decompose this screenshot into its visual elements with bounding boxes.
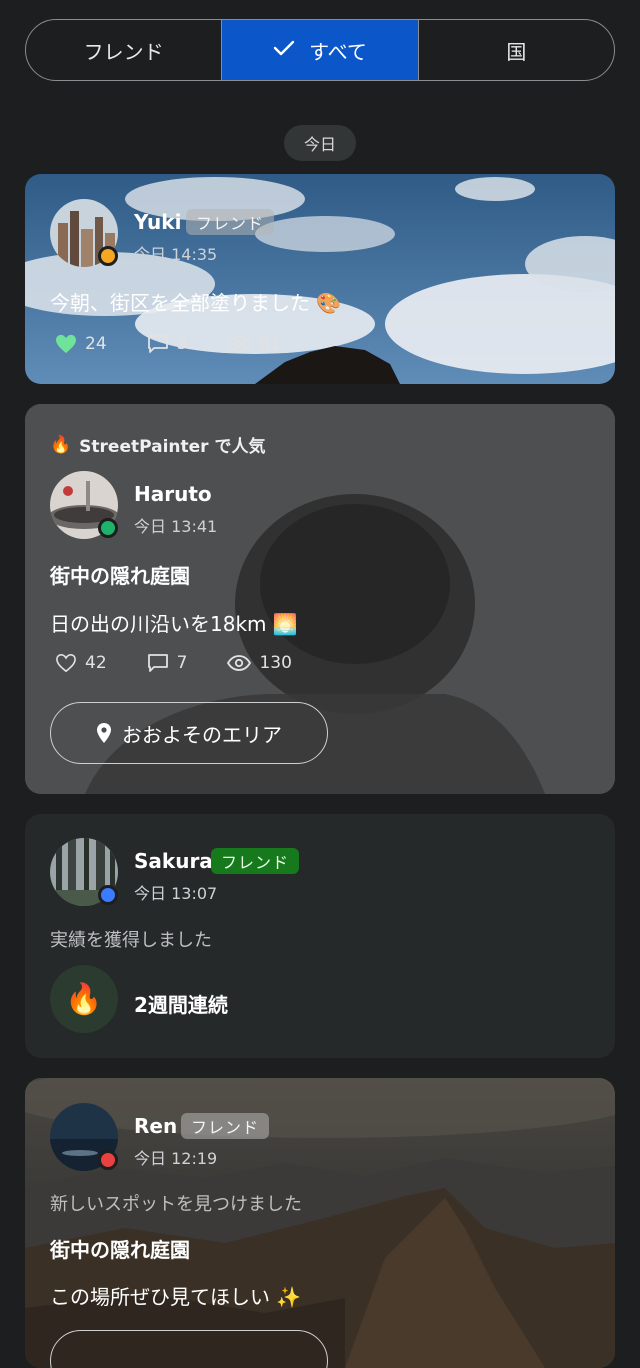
comment-icon (147, 654, 168, 672)
post-title: 街中の隠れ庭園 (50, 1238, 190, 1262)
location-pin-icon (97, 723, 111, 743)
comment-icon (147, 335, 168, 353)
post-time: 今日 12:19 (134, 1149, 218, 1168)
fire-icon: 🔥 (50, 965, 118, 1033)
spot-subtitle: 新しいスポットを見つけました (50, 1194, 302, 1215)
comment-stat[interactable]: 7 (147, 653, 188, 673)
view-stat: 130 (227, 653, 292, 673)
username[interactable]: Haruto (134, 482, 212, 506)
username[interactable]: Yuki (134, 210, 181, 234)
post-text: 今朝、街区を全部塗りました 🎨 (50, 291, 342, 315)
check-icon (273, 38, 295, 62)
friend-badge: フレンド (181, 1113, 270, 1139)
segment-country[interactable]: 国 (419, 20, 614, 80)
comment-count: 3 (176, 334, 188, 354)
username[interactable]: Sakura (134, 849, 213, 873)
popular-label: 🔥 StreetPainter で人気 (50, 432, 266, 458)
segment-all-label: すべて (309, 39, 367, 64)
achievement-name: 2週間連続 (134, 993, 228, 1017)
post-title: 街中の隠れ庭園 (50, 564, 190, 588)
post-card-haruto[interactable]: 🔥 StreetPainter で人気 Haruto 今日 13:41 街中の隠… (25, 404, 615, 794)
like-count: 42 (85, 653, 107, 673)
post-card-yuki[interactable]: Yuki フレンド 今日 14:35 今朝、街区を全部塗りました 🎨 24 3 … (25, 174, 615, 384)
post-time: 今日 13:41 (134, 517, 218, 536)
like-stat[interactable]: 24 (55, 334, 107, 354)
friend-badge: フレンド (186, 209, 275, 235)
comment-count: 7 (176, 653, 188, 673)
post-time: 今日 13:07 (134, 884, 218, 903)
segment-friends-label: フレンド (83, 39, 164, 64)
segment-friends[interactable]: フレンド (26, 20, 223, 80)
status-dot (98, 1150, 118, 1170)
status-dot (98, 518, 118, 538)
eye-icon (227, 336, 252, 352)
fire-icon: 🔥 (50, 434, 72, 455)
approximate-area-label: おおよそのエリア (122, 722, 282, 747)
post-text: この場所ぜひ見てほしい ✨ (50, 1285, 302, 1309)
comment-stat[interactable]: 3 (147, 334, 188, 354)
post-stats: 24 3 61 (55, 334, 321, 354)
post-time: 今日 14:35 (134, 245, 218, 264)
location-button[interactable] (50, 1330, 328, 1368)
username[interactable]: Ren (134, 1114, 177, 1138)
heart-outline-icon (56, 653, 76, 673)
view-count: 61 (259, 334, 282, 354)
view-count: 130 (259, 653, 292, 673)
post-stats: 42 7 130 (55, 653, 332, 673)
eye-icon (227, 655, 252, 671)
post-text: 日の出の川沿いを18km 🌅 (50, 612, 298, 636)
status-dot (98, 246, 118, 266)
post-card-sakura[interactable]: Sakura フレンド 今日 13:07 実績を獲得しました 🔥 2週間連続 (25, 814, 615, 1058)
status-dot (98, 885, 118, 905)
segment-all[interactable]: すべて (222, 20, 419, 80)
heart-filled-icon (56, 334, 76, 354)
post-card-ren[interactable]: Ren フレンド 今日 12:19 新しいスポットを見つけました 街中の隠れ庭園… (25, 1078, 615, 1368)
view-stat: 61 (227, 334, 281, 354)
approximate-area-button[interactable]: おおよそのエリア (50, 702, 328, 764)
achievement-subtitle: 実績を獲得しました (50, 930, 212, 951)
like-stat[interactable]: 42 (55, 653, 107, 673)
popular-text: StreetPainter で人気 (79, 437, 266, 457)
like-count: 24 (85, 334, 107, 354)
friend-badge: フレンド (211, 848, 300, 874)
date-separator-chip: 今日 (284, 125, 356, 161)
feed-filter-segmented-control: フレンド すべて 国 (25, 19, 615, 81)
segment-country-label: 国 (506, 39, 527, 64)
